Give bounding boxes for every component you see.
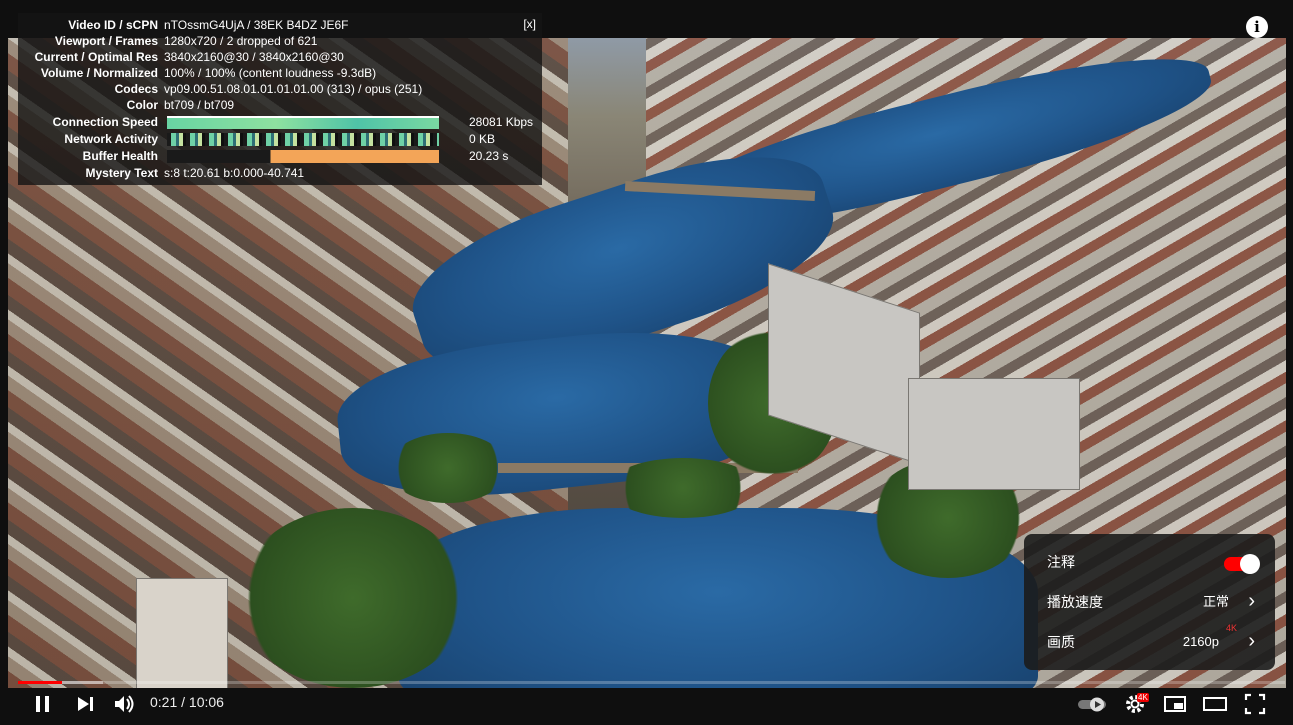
fullscreen-icon[interactable]	[1240, 689, 1270, 719]
stats-value: s:8 t:20.61 b:0.000-40.741	[164, 166, 305, 180]
stats-row-mystery-text: Mystery Text s:8 t:20.61 b:0.000-40.741	[18, 165, 542, 181]
stats-value: 0 KB	[469, 132, 496, 146]
stats-label: Mystery Text	[85, 166, 158, 180]
settings-gear-icon[interactable]: 4K	[1120, 689, 1150, 719]
menu-item-value: 正常	[1202, 594, 1229, 609]
stats-row-video-id: Video ID / sCPN nTOssmG4UjA / 38EK B4DZ …	[18, 17, 542, 33]
stats-label: Viewport / Frames	[54, 34, 158, 48]
stats-value: nTOssmG4UjA / 38EK B4DZ JE6F	[164, 18, 349, 32]
stats-label: Video ID / sCPN	[68, 18, 158, 32]
stats-label: Network Activity	[64, 132, 158, 146]
stats-row-volume: Volume / Normalized 100% / 100% (content…	[18, 65, 542, 81]
video-player: i [x] Video ID / sCPN nTOssmG4UjA / 38EK…	[0, 0, 1293, 725]
video-scene-building	[908, 378, 1080, 490]
time-display: 0:21 / 10:06	[150, 694, 224, 710]
chevron-right-icon: ›	[1248, 630, 1255, 652]
stats-label: Current / Optimal Res	[34, 50, 158, 64]
stats-row-codecs: Codecs vp09.00.51.08.01.01.01.01.00 (313…	[18, 81, 542, 97]
stats-label: Buffer Health	[82, 149, 158, 163]
video-scene-trees	[238, 508, 468, 688]
menu-item-value: 2160p	[1182, 634, 1219, 649]
menu-item-label: 注释	[1047, 554, 1075, 570]
stats-value: bt709 / bt709	[164, 98, 235, 112]
pause-icon[interactable]	[28, 689, 58, 719]
stats-label: Volume / Normalized	[40, 66, 158, 80]
network-activity-graph	[167, 133, 439, 146]
menu-item-annotations[interactable]: 注释	[1024, 542, 1275, 582]
stats-label: Color	[126, 98, 158, 112]
control-bar: 0:21 / 10:06 4K	[0, 684, 1293, 725]
stats-label: Connection Speed	[52, 115, 158, 129]
connection-speed-graph	[167, 116, 439, 129]
stats-row-viewport: Viewport / Frames 1280x720 / 2 dropped o…	[18, 33, 542, 49]
stats-value: 1280x720 / 2 dropped of 621	[164, 34, 318, 48]
chevron-right-icon: ›	[1248, 590, 1255, 612]
video-scene-building	[136, 578, 228, 688]
autoplay-toggle-icon[interactable]	[1075, 689, 1109, 719]
stats-row-buffer-health: Buffer Health 20.23 s	[18, 148, 542, 164]
settings-menu: 注释 播放速度 正常 › 画质 2160p 4K ›	[1024, 534, 1275, 670]
menu-item-label: 播放速度	[1047, 594, 1103, 610]
menu-item-label: 画质	[1047, 634, 1075, 650]
stats-value: 100% / 100% (content loudness -9.3dB)	[164, 66, 377, 80]
stats-row-network-activity: Network Activity 0 KB	[18, 131, 542, 147]
settings-4k-badge: 4K	[1137, 693, 1149, 702]
theater-mode-icon[interactable]	[1200, 689, 1230, 719]
miniplayer-icon[interactable]	[1160, 689, 1190, 719]
stats-value: 3840x2160@30 / 3840x2160@30	[164, 50, 344, 64]
quality-4k-badge: 4K	[1225, 623, 1237, 633]
toggle-knob	[1240, 554, 1260, 574]
video-scene-trees	[608, 458, 758, 518]
menu-item-quality[interactable]: 画质 2160p 4K ›	[1024, 622, 1275, 662]
buffer-health-graph	[167, 150, 439, 163]
annotations-toggle[interactable]	[1224, 554, 1260, 574]
stats-label: Codecs	[114, 82, 158, 96]
stats-value: 20.23 s	[469, 149, 509, 163]
stats-value: 28081 Kbps	[469, 115, 534, 129]
next-icon[interactable]	[70, 689, 100, 719]
stats-for-nerds-panel: [x] Video ID / sCPN nTOssmG4UjA / 38EK B…	[18, 13, 542, 185]
video-scene-trees	[388, 433, 508, 503]
stats-value: vp09.00.51.08.01.01.01.01.00 (313) / opu…	[164, 82, 423, 96]
stats-row-color: Color bt709 / bt709	[18, 97, 542, 113]
stats-row-resolution: Current / Optimal Res 3840x2160@30 / 384…	[18, 49, 542, 65]
volume-icon[interactable]	[109, 689, 139, 719]
menu-item-playback-speed[interactable]: 播放速度 正常 ›	[1024, 582, 1275, 622]
info-icon[interactable]: i	[1246, 16, 1268, 38]
stats-row-connection-speed: Connection Speed 28081 Kbps	[18, 114, 542, 130]
